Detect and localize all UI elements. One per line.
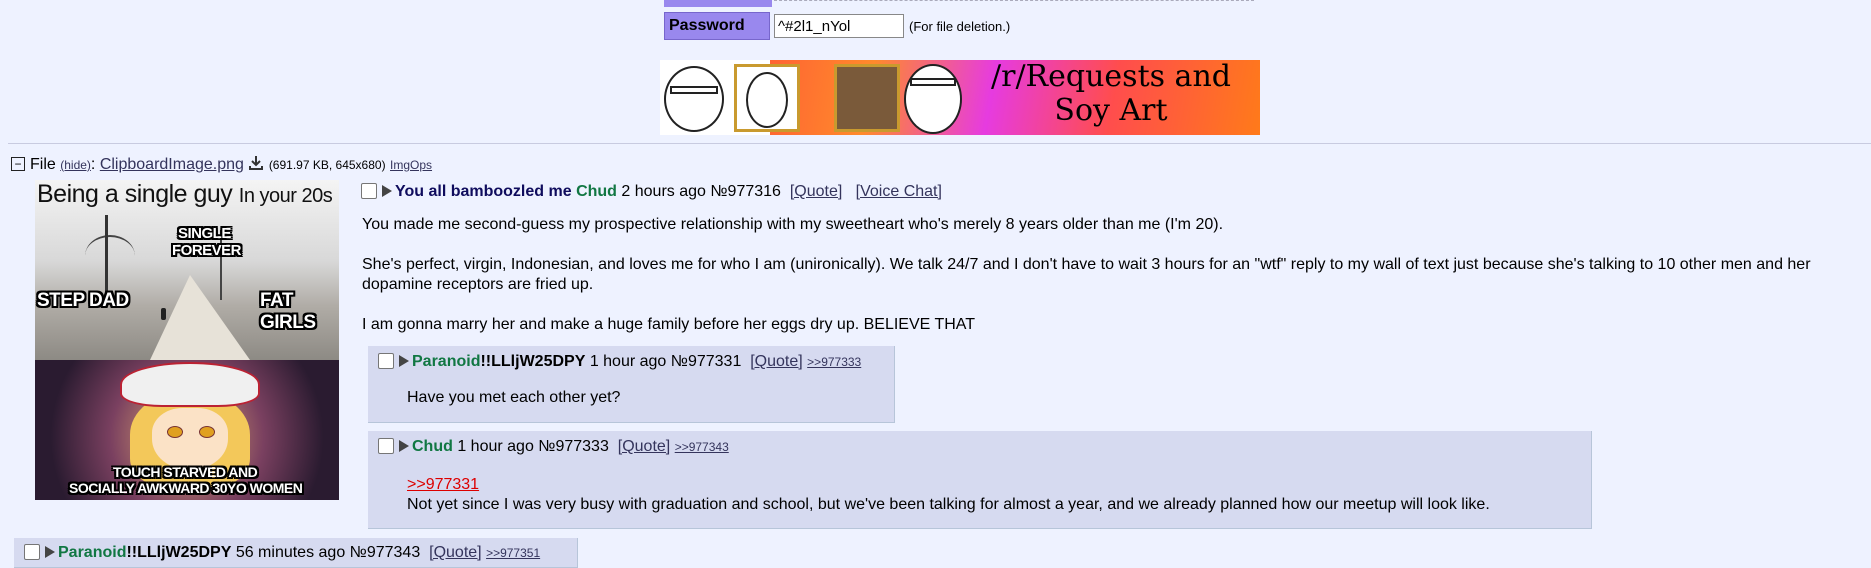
board-banner[interactable]: /r/Requests and Soy Art <box>660 60 1260 135</box>
op-body-paragraph-1: You made me second-guess my prospective … <box>362 216 1224 233</box>
reply-checkbox[interactable] <box>378 353 394 369</box>
reply-header: Paranoid!!LLljW25DPY 56 minutes ago №977… <box>24 544 540 562</box>
file-info: − File (hide): ClipboardImage.png (691.97… <box>11 155 432 174</box>
reply-post: Paranoid!!LLljW25DPY 1 hour ago №977331 … <box>368 346 895 423</box>
thumb-caption-single: SINGLE <box>178 225 231 242</box>
thumb-caption-fatgirls: FAT GIRLS <box>260 290 316 333</box>
reply-post: Paranoid!!LLljW25DPY 56 minutes ago №977… <box>14 538 578 568</box>
reply-header: Chud 1 hour ago №977333 [Quote] >>977343 <box>378 438 729 456</box>
thumb-caption-touch2: SOCIALLY AWKWARD 30YO WOMEN <box>69 480 303 496</box>
reply-checkbox[interactable] <box>24 544 40 560</box>
thread-divider <box>8 143 1871 144</box>
banner-frame-photo <box>834 64 900 132</box>
post-thumbnail-image[interactable]: Being a single guy In your 20s SINGLE FO… <box>35 180 339 500</box>
banner-glasses-icon <box>670 86 718 94</box>
reply-body: Have you met each other yet? <box>407 389 621 406</box>
reply-backlink[interactable]: >>977343 <box>675 440 729 454</box>
reply-poster-name: Paranoid <box>412 353 481 370</box>
reply-backlink[interactable]: >>977333 <box>807 355 861 369</box>
thumb-caption-title: Being a single guy In your 20s <box>37 180 333 209</box>
form-row-top-cell <box>664 0 772 7</box>
thumb-anime-eye-right <box>199 426 215 438</box>
reply-quotelink[interactable]: >>977331 <box>407 476 479 494</box>
op-body-paragraph-3: I am gonna marry her and make a huge fam… <box>362 316 976 333</box>
form-row-divider <box>774 0 1254 1</box>
reply-time: 1 hour ago <box>457 438 534 455</box>
reply-quote-link[interactable]: [Quote] <box>429 544 481 561</box>
banner-soyjak-face-icon <box>664 66 724 132</box>
op-voice-chat-link[interactable]: [Voice Chat] <box>856 183 942 200</box>
reply-poster-name: Paranoid <box>58 544 127 561</box>
password-input[interactable] <box>774 14 904 38</box>
reply-quote-link[interactable]: [Quote] <box>750 353 802 370</box>
reply-number[interactable]: №977343 <box>350 544 421 561</box>
thumb-title-main: Being a single guy <box>37 180 233 208</box>
op-quote-link[interactable]: [Quote] <box>790 183 842 200</box>
op-body-paragraph-2: She's perfect, virgin, Indonesian, and l… <box>362 256 1811 293</box>
op-post-checkbox[interactable] <box>361 183 377 199</box>
hide-file-link[interactable]: (hide) <box>60 158 91 172</box>
thumb-caption-stepdad: STEP DAD <box>37 290 129 311</box>
reply-poster-name: Chud <box>412 438 453 455</box>
reply-body: Not yet since I was very busy with gradu… <box>407 496 1490 513</box>
op-poster-name: Chud <box>576 183 617 200</box>
reply-post: Chud 1 hour ago №977333 [Quote] >>977343… <box>368 431 1592 529</box>
reply-number[interactable]: №977333 <box>538 438 609 455</box>
op-post-number[interactable]: №977316 <box>710 183 781 200</box>
banner-line2: Soy Art <box>1054 93 1168 128</box>
op-post-header: You all bamboozled me Chud 2 hours ago №… <box>361 183 942 201</box>
file-name-link[interactable]: ClipboardImage.png <box>100 156 244 173</box>
thumb-tree-crown <box>85 235 135 277</box>
thumb-anime-eye-left <box>167 426 183 438</box>
banner-glasses-right-icon <box>910 78 956 86</box>
post-menu-arrow-icon[interactable] <box>399 355 409 367</box>
reply-time: 1 hour ago <box>589 353 667 370</box>
reply-tripcode: !!LLljW25DPY <box>480 353 586 370</box>
banner-screaming-face-icon <box>746 72 788 128</box>
file-meta: (691.97 KB, 645x680) <box>268 158 386 172</box>
post-menu-arrow-icon[interactable] <box>382 185 392 197</box>
thumb-anime-face <box>152 408 228 470</box>
banner-title: /r/Requests and Soy Art <box>966 60 1256 128</box>
post-menu-arrow-icon[interactable] <box>45 546 55 558</box>
reply-backlink[interactable]: >>977351 <box>486 546 540 560</box>
password-label: Password <box>664 12 770 40</box>
thumb-person-figure <box>161 308 166 320</box>
thread-collapse-toggle[interactable]: − <box>11 157 25 171</box>
banner-line1: /r/Requests and <box>991 60 1231 94</box>
reply-tripcode: !!LLljW25DPY <box>126 544 232 561</box>
reply-time: 56 minutes ago <box>235 544 346 561</box>
download-icon[interactable] <box>248 155 264 171</box>
post-menu-arrow-icon[interactable] <box>399 440 409 452</box>
reply-checkbox[interactable] <box>378 438 394 454</box>
thumb-caption-touch1: TOUCH STARVED AND <box>113 464 258 480</box>
reply-header: Paranoid!!LLljW25DPY 1 hour ago №977331 … <box>378 353 861 371</box>
thumb-anime-bow <box>120 362 260 407</box>
thumb-caption-forever: FOREVER <box>172 242 242 259</box>
thumb-title-small: In your 20s <box>238 185 333 207</box>
password-note: (For file deletion.) <box>909 19 1011 34</box>
reply-number[interactable]: №977331 <box>671 353 742 370</box>
reply-quotelink-text[interactable]: >>977331 <box>407 476 479 493</box>
op-subject: You all bamboozled me <box>395 183 572 200</box>
banner-soyjak-face-right-icon <box>904 64 962 134</box>
file-label: File <box>30 156 56 173</box>
reply-quote-link[interactable]: [Quote] <box>618 438 670 455</box>
imgops-link[interactable]: ImgOps <box>390 158 432 172</box>
op-post-time: 2 hours ago <box>621 183 706 200</box>
